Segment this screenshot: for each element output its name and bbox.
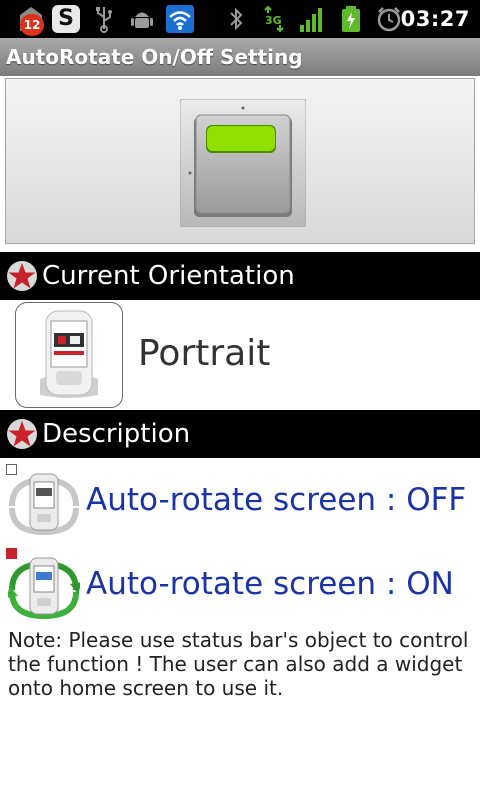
toggle-switch-icon[interactable] [180,99,306,227]
current-orientation-value: Portrait [138,333,271,374]
signal-icon [300,8,322,32]
orientation-icon-box [15,302,123,408]
description-label: Description [42,419,191,449]
battery-charging-icon [342,6,360,32]
list-item-rotate-off: Auto-rotate screen : OFF [0,462,480,542]
current-orientation-header: Current Orientation [0,252,480,300]
star-icon [7,261,37,291]
current-orientation-label: Current Orientation [42,261,295,291]
rotate-on-text: Auto-rotate screen : ON [86,566,454,602]
3g-data-icon: 3G [264,5,284,33]
alarm-icon [377,7,401,32]
rotate-on-icon [8,557,80,620]
description-header: Description [0,410,480,458]
star-icon [7,419,37,449]
status-time: 03:27 [400,7,470,31]
note-text: Note: Please use status bar's object to … [8,628,469,700]
wifi-icon [166,5,194,33]
s-app-icon: S [52,5,80,33]
rotate-off-icon [9,473,79,536]
app-title-bar: AutoRotate On/Off Setting [0,38,480,76]
bluetooth-icon [230,7,243,31]
notification-count-badge: 12 [20,14,44,36]
svg-text:3G: 3G [265,14,282,27]
rotate-off-text: Auto-rotate screen : OFF [86,482,467,518]
usb-icon [96,7,112,33]
list-item-rotate-on: Auto-rotate screen : ON [0,546,480,626]
autorotate-toggle-panel[interactable] [5,78,475,244]
android-debug-icon [131,12,153,28]
portrait-phone-icon [40,310,98,398]
status-bar[interactable]: 12 S 3G 03:27 [0,0,480,38]
